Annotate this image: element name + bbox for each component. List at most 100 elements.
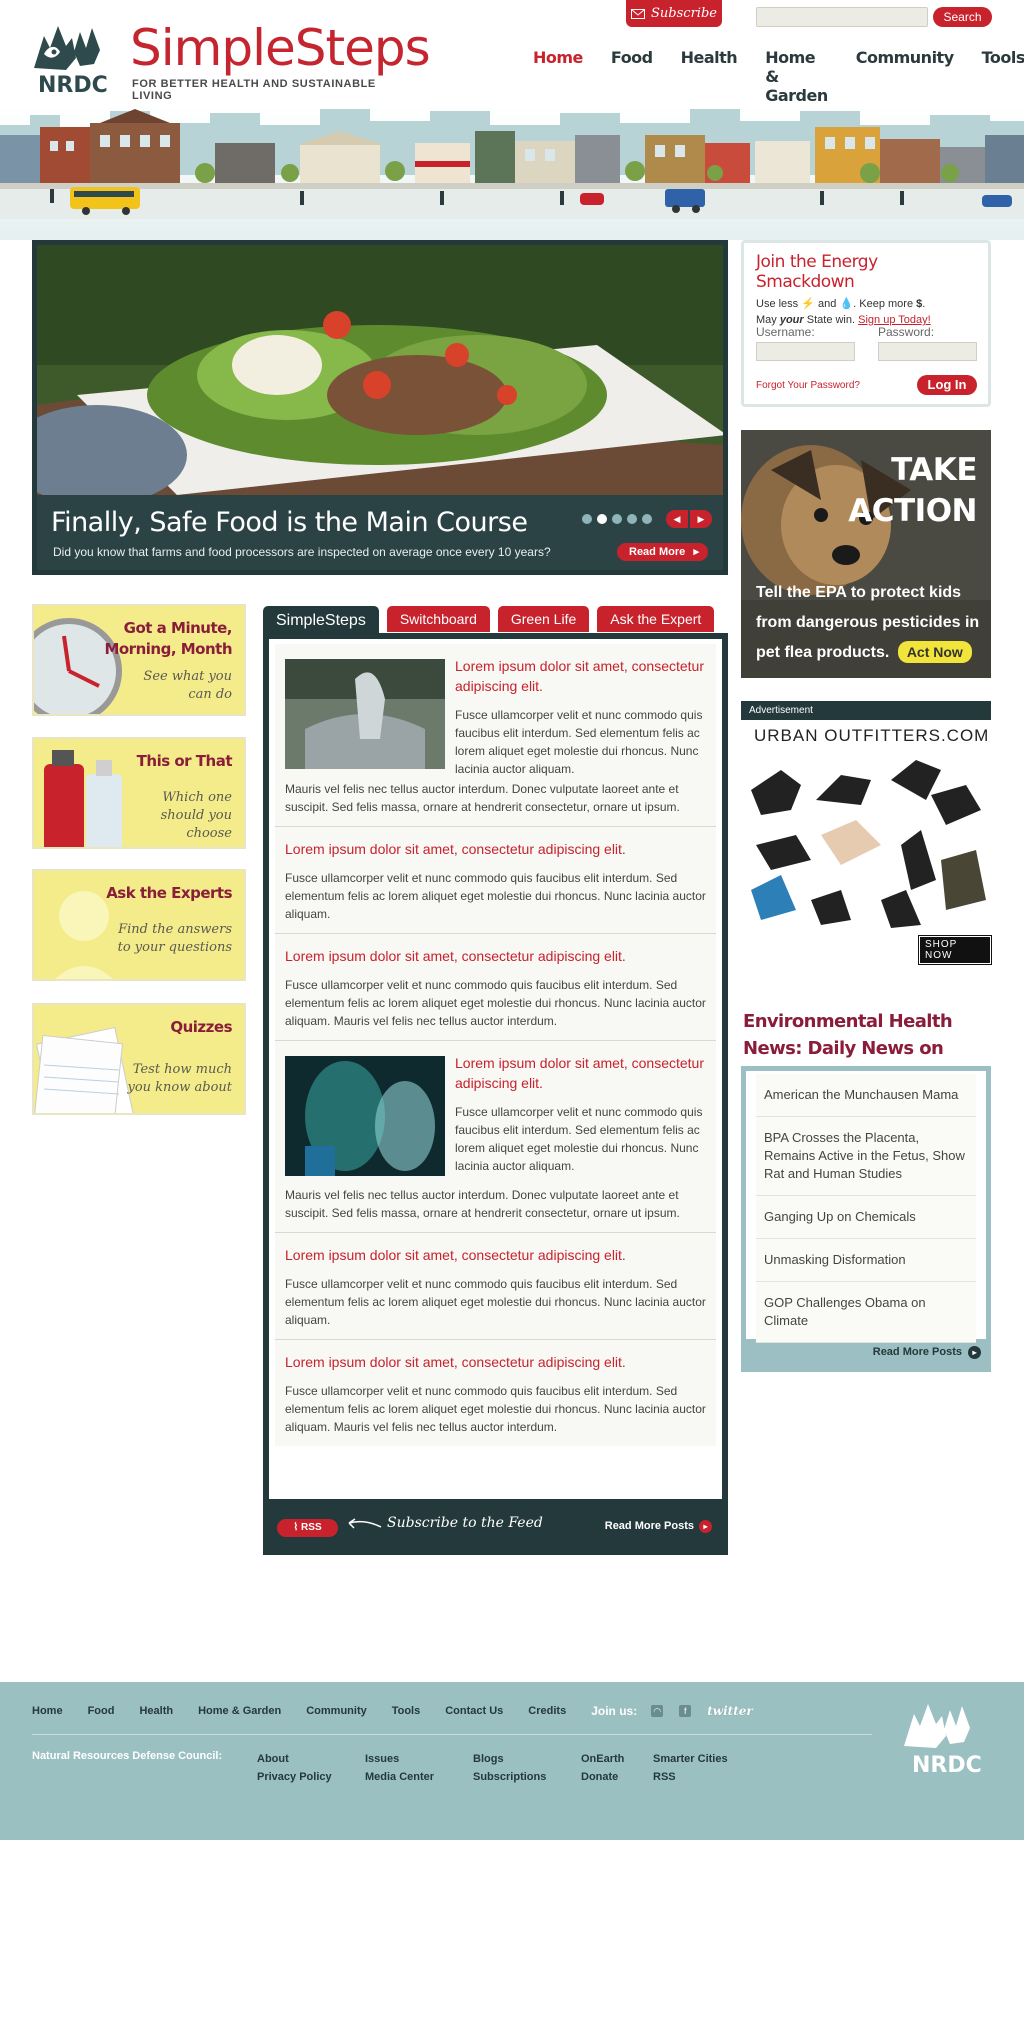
login-title: Join the Energy Smackdown (756, 252, 878, 292)
footer-nrdc-logo-icon[interactable]: NRDC (898, 1698, 994, 1778)
nav-health[interactable]: Health (681, 48, 738, 105)
read-more-posts-link[interactable]: Read More Posts (605, 1520, 712, 1533)
subscribe-label: Subscribe (651, 6, 717, 21)
twitter-icon[interactable]: twitter (707, 1704, 752, 1718)
forgot-password-link[interactable]: Forgot Your Password? (756, 380, 860, 391)
news-read-more-link[interactable]: Read More Posts (873, 1346, 981, 1359)
news-item[interactable]: BPA Crosses the Placenta, Remains Active… (756, 1117, 976, 1196)
footer-link-home[interactable]: Home (32, 1705, 63, 1717)
nav-tools[interactable]: Tools (982, 48, 1024, 105)
slide-dot[interactable] (582, 514, 592, 524)
hero-salad-image (37, 245, 723, 495)
slide-dot[interactable] (627, 514, 637, 524)
ad-label: Advertisement (741, 701, 991, 720)
footer-link-onearth[interactable]: OnEarth (581, 1750, 624, 1768)
slide-dot[interactable] (612, 514, 622, 524)
post-title[interactable]: Lorem ipsum dolor sit amet, consectetur … (285, 839, 706, 859)
facebook-icon[interactable]: f (679, 1705, 692, 1717)
tab-simplesteps[interactable]: SimpleSteps (263, 606, 379, 636)
login-button[interactable]: Log In (917, 375, 977, 395)
username-label: Username: (756, 325, 815, 339)
urban-outfitters-ad[interactable]: URBAN OUTFITTERS.COM SHOP NOW (741, 720, 992, 965)
news-item[interactable]: GOP Challenges Obama on Climate (756, 1282, 976, 1343)
next-slide-button[interactable]: ▶ (690, 510, 712, 528)
post-item: Lorem ipsum dolor sit amet, consectetur … (275, 934, 716, 1041)
search-input[interactable] (756, 7, 928, 27)
footer-link-health[interactable]: Health (139, 1705, 173, 1717)
nav-food[interactable]: Food (611, 48, 653, 105)
slide-indicators (582, 514, 652, 524)
hero-read-more-button[interactable]: Read More (617, 543, 708, 561)
footer-link-blogs[interactable]: Blogs (473, 1750, 546, 1768)
post-title[interactable]: Lorem ipsum dolor sit amet, consectetur … (285, 1245, 706, 1265)
card-title: This or That (136, 752, 233, 770)
post-tabs: SimpleSteps Switchboard Green Life Ask t… (263, 606, 722, 636)
news-item[interactable]: American the Munchausen Mama (756, 1074, 976, 1117)
act-now-button[interactable]: Act Now (897, 641, 972, 663)
rss-button[interactable]: ⌇ RSS (277, 1519, 338, 1537)
nav-home[interactable]: Home (533, 48, 583, 105)
card-got-a-minute[interactable]: Got a Minute, Morning, Month See what yo… (32, 604, 246, 716)
footer-link-tools[interactable]: Tools (392, 1705, 421, 1717)
footer-link-community[interactable]: Community (306, 1705, 367, 1717)
post-item: Lorem ipsum dolor sit amet, consectetur … (275, 827, 716, 934)
hero-slider[interactable]: Finally, Safe Food is the Main Course Di… (32, 240, 728, 575)
take-action-banner[interactable]: TAKE ACTION Tell the EPA to protect kids… (741, 430, 991, 678)
card-quizzes[interactable]: Quizzes Test how much you know about (32, 1003, 246, 1115)
footer-link-privacy[interactable]: Privacy Policy (257, 1768, 332, 1786)
news-item[interactable]: Unmasking Disformation (756, 1239, 976, 1282)
rss-icon[interactable]: ◠ (651, 1705, 664, 1717)
nav-community[interactable]: Community (856, 48, 954, 105)
subscribe-button[interactable]: Subscribe (626, 0, 722, 27)
site-logo[interactable]: NRDC SimpleSteps FOR BETTER HEALTH AND S… (30, 18, 431, 102)
news-item[interactable]: Ganging Up on Chemicals (756, 1196, 976, 1239)
nrdc-wordmark: NRDC (38, 73, 108, 96)
footer-link-subscriptions[interactable]: Subscriptions (473, 1768, 546, 1786)
hero-title[interactable]: Finally, Safe Food is the Main Course (51, 507, 528, 538)
slide-dot-active[interactable] (597, 514, 607, 524)
card-this-or-that[interactable]: This or That Which one should you choose (32, 737, 246, 849)
fountain-thumbnail[interactable] (285, 659, 445, 769)
main-nav: Home Food Health Home & Garden Community… (505, 48, 1024, 105)
brand-name: SimpleSteps (130, 19, 431, 77)
footer-link-donate[interactable]: Donate (581, 1768, 624, 1786)
slide-dot[interactable] (642, 514, 652, 524)
card-ask-the-experts[interactable]: Ask the Experts Find the answers to your… (32, 869, 246, 981)
post-title[interactable]: Lorem ipsum dolor sit amet, consectetur … (285, 1352, 706, 1372)
shoes-image (751, 760, 986, 928)
subscribe-feed-text[interactable]: Subscribe to the Feed (387, 1515, 543, 1531)
arrow-left-icon (348, 1518, 382, 1529)
tab-ask-the-expert[interactable]: Ask the Expert (597, 606, 715, 632)
footer-link-home-garden[interactable]: Home & Garden (198, 1705, 281, 1717)
post-title[interactable]: Lorem ipsum dolor sit amet, consectetur … (285, 946, 706, 966)
footer: Home Food Health Home & Garden Community… (0, 1682, 1024, 1840)
take-action-title-line: ACTION (848, 493, 977, 529)
hero-text: Did you know that farms and food process… (53, 545, 551, 559)
footer-link-media[interactable]: Media Center (365, 1768, 434, 1786)
tab-switchboard[interactable]: Switchboard (386, 606, 490, 632)
search-button[interactable]: Search (933, 7, 992, 27)
tab-green-life[interactable]: Green Life (497, 606, 590, 632)
shop-now-button[interactable]: SHOP NOW (918, 935, 992, 965)
arrow-left-icon: ◀ (673, 514, 681, 524)
footer-link-rss[interactable]: RSS (653, 1768, 728, 1786)
bottles-thumbnail[interactable] (285, 1056, 445, 1176)
rss-label: RSS (301, 1522, 322, 1533)
card-subtitle: Which one should you choose (160, 790, 232, 841)
password-field[interactable] (878, 342, 977, 361)
footer-link-smarter-cities[interactable]: Smarter Cities (653, 1750, 728, 1768)
footer-col: About Privacy Policy (257, 1750, 332, 1786)
footer-link-about[interactable]: About (257, 1750, 332, 1768)
username-field[interactable] (756, 342, 855, 361)
footer-link-credits[interactable]: Credits (528, 1705, 566, 1717)
nrdc-logo-icon: NRDC (34, 26, 108, 96)
nav-home-garden[interactable]: Home & Garden (765, 48, 828, 105)
footer-link-contact[interactable]: Contact Us (445, 1705, 503, 1717)
prev-slide-button[interactable]: ◀ (666, 510, 688, 528)
envelope-icon (631, 8, 646, 19)
footer-link-issues[interactable]: Issues (365, 1750, 434, 1768)
login-text: Use less ⚡ and 💧. Keep more $. May your … (756, 298, 931, 326)
login-text-part: and (818, 298, 837, 310)
footer-link-food[interactable]: Food (88, 1705, 115, 1717)
dollar-icon: $ (916, 298, 923, 310)
